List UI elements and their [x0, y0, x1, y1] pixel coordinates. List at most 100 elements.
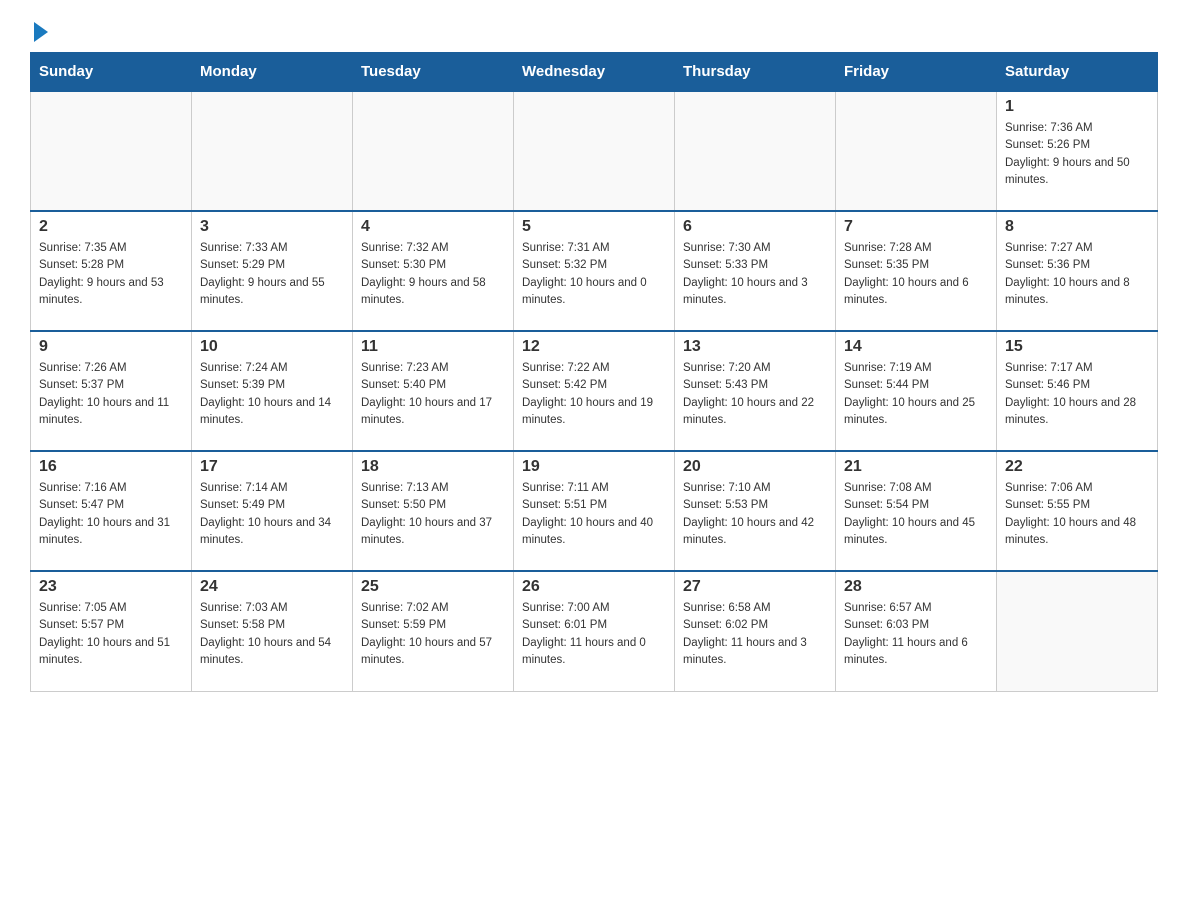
- day-number: 20: [683, 458, 827, 476]
- day-info: Sunrise: 7:36 AMSunset: 5:26 PMDaylight:…: [1005, 120, 1149, 189]
- calendar-cell: 27 Sunrise: 6:58 AMSunset: 6:02 PMDayligh…: [675, 571, 836, 691]
- logo: [30, 20, 48, 42]
- day-info: Sunrise: 7:20 AMSunset: 5:43 PMDaylight:…: [683, 360, 827, 429]
- day-header-tuesday: Tuesday: [353, 53, 514, 92]
- calendar-cell: 13 Sunrise: 7:20 AMSunset: 5:43 PMDayligh…: [675, 331, 836, 451]
- day-number: 2: [39, 218, 183, 236]
- day-number: 12: [522, 338, 666, 356]
- calendar-cell: 16 Sunrise: 7:16 AMSunset: 5:47 PMDayligh…: [31, 451, 192, 571]
- day-header-saturday: Saturday: [997, 53, 1158, 92]
- day-info: Sunrise: 7:08 AMSunset: 5:54 PMDaylight:…: [844, 480, 988, 549]
- calendar-cell: 8 Sunrise: 7:27 AMSunset: 5:36 PMDaylight…: [997, 211, 1158, 331]
- calendar-cell: 25Sunrise: 7:02 AMSunset: 5:59 PMDayligh…: [353, 571, 514, 691]
- calendar-cell: 19 Sunrise: 7:11 AMSunset: 5:51 PMDayligh…: [514, 451, 675, 571]
- day-info: Sunrise: 7:10 AMSunset: 5:53 PMDaylight:…: [683, 480, 827, 549]
- day-info: Sunrise: 7:11 AMSunset: 5:51 PMDaylight:…: [522, 480, 666, 549]
- day-info: Sunrise: 7:06 AMSunset: 5:55 PMDaylight:…: [1005, 480, 1149, 549]
- day-info: Sunrise: 7:32 AMSunset: 5:30 PMDaylight:…: [361, 240, 505, 309]
- day-number: 8: [1005, 218, 1149, 236]
- calendar-cell: 3 Sunrise: 7:33 AMSunset: 5:29 PMDaylight…: [192, 211, 353, 331]
- day-number: 14: [844, 338, 988, 356]
- calendar-cell: [31, 91, 192, 211]
- calendar-cell: 4 Sunrise: 7:32 AMSunset: 5:30 PMDaylight…: [353, 211, 514, 331]
- day-info: Sunrise: 6:57 AMSunset: 6:03 PMDaylight:…: [844, 600, 988, 669]
- day-number: 26: [522, 578, 666, 596]
- calendar-cell: 12 Sunrise: 7:22 AMSunset: 5:42 PMDayligh…: [514, 331, 675, 451]
- calendar-cell: [836, 91, 997, 211]
- calendar-header-row: SundayMondayTuesdayWednesdayThursdayFrid…: [31, 53, 1158, 92]
- day-info: Sunrise: 7:03 AMSunset: 5:58 PMDaylight:…: [200, 600, 344, 669]
- calendar-cell: [675, 91, 836, 211]
- calendar-cell: 14 Sunrise: 7:19 AMSunset: 5:44 PMDayligh…: [836, 331, 997, 451]
- day-header-friday: Friday: [836, 53, 997, 92]
- day-number: 24: [200, 578, 344, 596]
- day-number: 18: [361, 458, 505, 476]
- day-info: Sunrise: 7:13 AMSunset: 5:50 PMDaylight:…: [361, 480, 505, 549]
- week-row-5: 23 Sunrise: 7:05 AMSunset: 5:57 PMDayligh…: [31, 571, 1158, 691]
- day-info: Sunrise: 7:19 AMSunset: 5:44 PMDaylight:…: [844, 360, 988, 429]
- day-info: Sunrise: 7:22 AMSunset: 5:42 PMDaylight:…: [522, 360, 666, 429]
- week-row-1: 1 Sunrise: 7:36 AMSunset: 5:26 PMDaylight…: [31, 91, 1158, 211]
- day-info: Sunrise: 7:31 AMSunset: 5:32 PMDaylight:…: [522, 240, 666, 309]
- calendar-cell: 22 Sunrise: 7:06 AMSunset: 5:55 PMDayligh…: [997, 451, 1158, 571]
- day-info: Sunrise: 7:33 AMSunset: 5:29 PMDaylight:…: [200, 240, 344, 309]
- calendar-cell: 28 Sunrise: 6:57 AMSunset: 6:03 PMDayligh…: [836, 571, 997, 691]
- day-info: Sunrise: 6:58 AMSunset: 6:02 PMDaylight:…: [683, 600, 827, 669]
- day-number: 27: [683, 578, 827, 596]
- day-number: 3: [200, 218, 344, 236]
- day-info: Sunrise: 7:30 AMSunset: 5:33 PMDaylight:…: [683, 240, 827, 309]
- day-number: 7: [844, 218, 988, 236]
- calendar-cell: 6Sunrise: 7:30 AMSunset: 5:33 PMDaylight…: [675, 211, 836, 331]
- calendar-cell: [353, 91, 514, 211]
- day-number: 15: [1005, 338, 1149, 356]
- day-header-monday: Monday: [192, 53, 353, 92]
- day-info: Sunrise: 7:26 AMSunset: 5:37 PMDaylight:…: [39, 360, 183, 429]
- day-info: Sunrise: 7:35 AMSunset: 5:28 PMDaylight:…: [39, 240, 183, 309]
- calendar-cell: 26 Sunrise: 7:00 AMSunset: 6:01 PMDayligh…: [514, 571, 675, 691]
- day-number: 9: [39, 338, 183, 356]
- calendar-cell: 17 Sunrise: 7:14 AMSunset: 5:49 PMDayligh…: [192, 451, 353, 571]
- calendar-cell: 2 Sunrise: 7:35 AMSunset: 5:28 PMDaylight…: [31, 211, 192, 331]
- calendar-cell: 5 Sunrise: 7:31 AMSunset: 5:32 PMDaylight…: [514, 211, 675, 331]
- day-info: Sunrise: 7:05 AMSunset: 5:57 PMDaylight:…: [39, 600, 183, 669]
- day-number: 1: [1005, 98, 1149, 116]
- week-row-4: 16 Sunrise: 7:16 AMSunset: 5:47 PMDayligh…: [31, 451, 1158, 571]
- day-info: Sunrise: 7:00 AMSunset: 6:01 PMDaylight:…: [522, 600, 666, 669]
- week-row-3: 9 Sunrise: 7:26 AMSunset: 5:37 PMDaylight…: [31, 331, 1158, 451]
- calendar-cell: 1 Sunrise: 7:36 AMSunset: 5:26 PMDaylight…: [997, 91, 1158, 211]
- day-number: 11: [361, 338, 505, 356]
- day-number: 16: [39, 458, 183, 476]
- calendar-cell: [997, 571, 1158, 691]
- calendar-cell: [192, 91, 353, 211]
- day-info: Sunrise: 7:28 AMSunset: 5:35 PMDaylight:…: [844, 240, 988, 309]
- day-info: Sunrise: 7:24 AMSunset: 5:39 PMDaylight:…: [200, 360, 344, 429]
- day-info: Sunrise: 7:17 AMSunset: 5:46 PMDaylight:…: [1005, 360, 1149, 429]
- day-info: Sunrise: 7:14 AMSunset: 5:49 PMDaylight:…: [200, 480, 344, 549]
- day-number: 21: [844, 458, 988, 476]
- day-header-sunday: Sunday: [31, 53, 192, 92]
- calendar-cell: 11 Sunrise: 7:23 AMSunset: 5:40 PMDayligh…: [353, 331, 514, 451]
- day-number: 19: [522, 458, 666, 476]
- calendar-cell: 20 Sunrise: 7:10 AMSunset: 5:53 PMDayligh…: [675, 451, 836, 571]
- day-number: 4: [361, 218, 505, 236]
- day-number: 17: [200, 458, 344, 476]
- day-number: 10: [200, 338, 344, 356]
- calendar-cell: 9 Sunrise: 7:26 AMSunset: 5:37 PMDaylight…: [31, 331, 192, 451]
- day-number: 28: [844, 578, 988, 596]
- calendar-cell: [514, 91, 675, 211]
- calendar-cell: 18 Sunrise: 7:13 AMSunset: 5:50 PMDayligh…: [353, 451, 514, 571]
- day-info: Sunrise: 7:16 AMSunset: 5:47 PMDaylight:…: [39, 480, 183, 549]
- day-number: 22: [1005, 458, 1149, 476]
- page-header: [30, 20, 1158, 42]
- day-info: Sunrise: 7:27 AMSunset: 5:36 PMDaylight:…: [1005, 240, 1149, 309]
- calendar-cell: 21 Sunrise: 7:08 AMSunset: 5:54 PMDayligh…: [836, 451, 997, 571]
- logo-arrow-icon: [34, 22, 48, 42]
- calendar-cell: 10 Sunrise: 7:24 AMSunset: 5:39 PMDayligh…: [192, 331, 353, 451]
- day-number: 23: [39, 578, 183, 596]
- day-number: 5: [522, 218, 666, 236]
- day-number: 13: [683, 338, 827, 356]
- day-info: Sunrise: 7:23 AMSunset: 5:40 PMDaylight:…: [361, 360, 505, 429]
- day-number: 25: [361, 578, 505, 596]
- day-header-thursday: Thursday: [675, 53, 836, 92]
- calendar-table: SundayMondayTuesdayWednesdayThursdayFrid…: [30, 52, 1158, 692]
